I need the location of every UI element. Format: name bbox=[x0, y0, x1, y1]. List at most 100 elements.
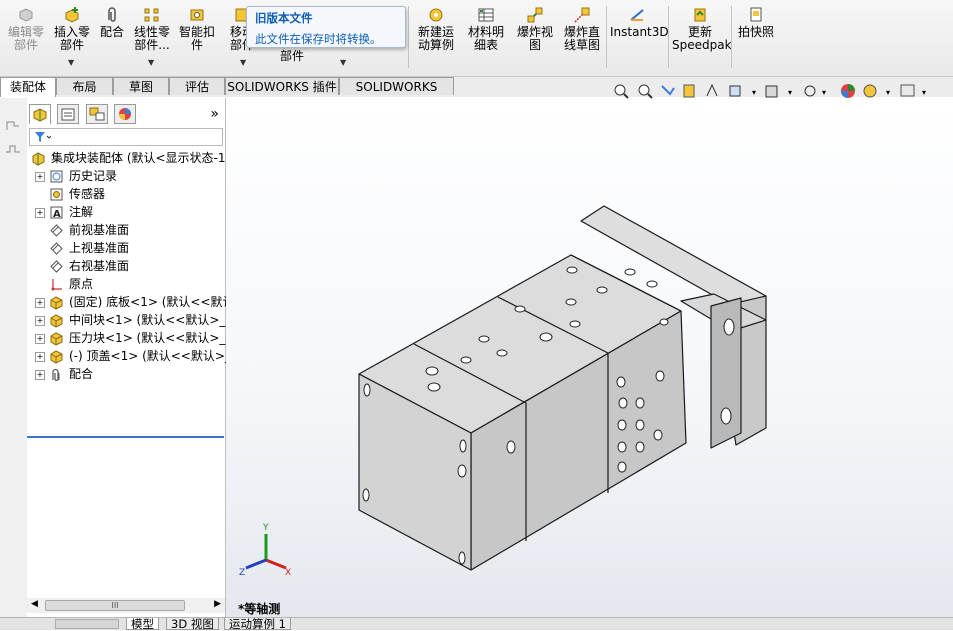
motion-study-icon bbox=[429, 8, 443, 22]
previous-view-icon[interactable] bbox=[661, 85, 675, 96]
display-manager-icon bbox=[119, 108, 131, 120]
take-snapshot-label: 拍快照 bbox=[737, 25, 774, 39]
tab-solidworks-mbd[interactable]: SOLIDWORKS MBD bbox=[339, 77, 454, 112]
dimxpert-icon[interactable] bbox=[5, 118, 21, 132]
insert-component-label: 插入零 部件 bbox=[53, 25, 90, 52]
tree-item-label: 原点 bbox=[69, 277, 94, 291]
scroll-thumb[interactable]: III bbox=[45, 600, 185, 611]
left-task-strip bbox=[0, 98, 28, 629]
tree-item-label: 右视基准面 bbox=[69, 259, 130, 273]
featuremanager-tree-tab[interactable] bbox=[29, 104, 51, 124]
scene-dropdown[interactable]: ▾ bbox=[886, 88, 890, 97]
view-orientation-icon[interactable] bbox=[729, 85, 741, 97]
explode-line-sketch-icon bbox=[574, 7, 590, 23]
property-manager-tab[interactable] bbox=[57, 104, 79, 124]
assembly-features-dropdown[interactable]: ▼ bbox=[340, 58, 346, 67]
instant3d-icon bbox=[630, 9, 644, 21]
instant3d-button[interactable]: Instant3D bbox=[610, 6, 669, 39]
update-speedpak-label: 更新 Speedpak bbox=[672, 25, 732, 52]
tree-filter-bar[interactable] bbox=[29, 128, 223, 146]
plane-icon bbox=[50, 260, 63, 273]
property-manager-icon bbox=[61, 108, 75, 121]
zoom-to-fit-icon[interactable] bbox=[614, 84, 629, 99]
part-icon bbox=[50, 350, 63, 364]
expand-toggle-icon[interactable]: + bbox=[35, 316, 45, 326]
tab-evaluate[interactable]: 评估 bbox=[169, 77, 225, 95]
legacy-file-tooltip: 旧版本文件 此文件在保存时将转换。 bbox=[246, 6, 406, 48]
exploded-view-label: 爆炸视 图 bbox=[516, 25, 553, 52]
linear-pattern-button[interactable]: 线性零 部件... bbox=[131, 6, 173, 52]
expand-toggle-icon[interactable]: + bbox=[35, 370, 45, 380]
history-icon bbox=[50, 170, 63, 183]
tab-assembly[interactable]: 装配体 bbox=[0, 77, 56, 97]
tab-scroll-arrows[interactable] bbox=[55, 619, 119, 629]
new-motion-study-button[interactable]: 新建运 动算例 bbox=[414, 6, 458, 52]
scroll-right-arrow-icon[interactable]: ▶ bbox=[214, 599, 221, 609]
tab-sketch[interactable]: 草图 bbox=[113, 77, 169, 95]
configuration-manager-tab[interactable] bbox=[86, 104, 108, 124]
origin-icon bbox=[51, 279, 62, 291]
tab-3d-views[interactable]: 3D 视图 bbox=[166, 618, 219, 631]
hide-show-items-icon[interactable] bbox=[804, 85, 816, 97]
configuration-manager-icon bbox=[89, 107, 105, 121]
expand-toggle-icon[interactable]: + bbox=[35, 208, 45, 218]
linear-pattern-dropdown[interactable]: ▼ bbox=[148, 58, 154, 67]
expand-toggle-icon[interactable]: + bbox=[35, 352, 45, 362]
view-settings-dropdown[interactable]: ▾ bbox=[922, 88, 926, 97]
section-view-icon[interactable] bbox=[683, 84, 695, 98]
tab-layout[interactable]: 布局 bbox=[56, 77, 113, 95]
bom-button[interactable]: 材料明 细表 bbox=[464, 6, 508, 52]
step-icon[interactable] bbox=[5, 142, 21, 156]
tab-model[interactable]: 模型 bbox=[126, 618, 159, 631]
move-component-dropdown[interactable]: ▼ bbox=[240, 58, 246, 67]
expand-toggle-icon[interactable]: + bbox=[35, 298, 45, 308]
view-orientation-dropdown[interactable]: ▾ bbox=[752, 88, 756, 97]
display-style-icon[interactable] bbox=[765, 85, 778, 98]
view-orientation-label: *等轴测 bbox=[238, 602, 281, 616]
expand-toggle-icon[interactable]: + bbox=[35, 334, 45, 344]
edit-appearance-icon[interactable] bbox=[841, 84, 855, 98]
mate-button[interactable]: 配合 bbox=[97, 6, 127, 39]
view-heads-up-toolbar: ▾ ▾ ▾ ▾ ▾ bbox=[612, 82, 942, 100]
bottom-tab-bar: 模型 3D 视图 运动算例 1 bbox=[0, 617, 953, 631]
apply-scene-icon[interactable] bbox=[863, 84, 877, 98]
assembly-model-viewport[interactable] bbox=[226, 98, 953, 617]
edit-component-icon bbox=[19, 8, 33, 22]
linear-pattern-icon bbox=[144, 8, 159, 22]
graphics-area[interactable]: Y X Z bbox=[226, 98, 953, 617]
more-tabs-button[interactable]: » bbox=[210, 106, 219, 122]
dynamic-annotation-icon[interactable] bbox=[706, 83, 718, 97]
insert-component-button[interactable]: 插入零 部件 bbox=[51, 6, 93, 52]
tree-root-label: 集成块装配体 (默认<显示状态-1 bbox=[51, 151, 226, 165]
scroll-left-arrow-icon[interactable]: ◀ bbox=[31, 599, 38, 609]
zoom-to-area-icon[interactable] bbox=[638, 84, 653, 99]
feature-manager-tabs: » bbox=[27, 104, 225, 126]
display-manager-tab[interactable] bbox=[114, 104, 136, 124]
hide-show-dropdown[interactable]: ▾ bbox=[822, 88, 826, 97]
tab-solidworks-addins[interactable]: SOLIDWORKS 插件 bbox=[225, 77, 339, 95]
display-style-dropdown[interactable]: ▾ bbox=[788, 88, 792, 97]
tree-item-label: 前视基准面 bbox=[69, 223, 130, 237]
update-speedpak-button[interactable]: 更新 Speedpak bbox=[672, 6, 732, 52]
exploded-view-button[interactable]: 爆炸视 图 bbox=[513, 6, 557, 52]
explode-line-sketch-label: 爆炸直 线草图 bbox=[563, 25, 600, 52]
view-settings-icon[interactable] bbox=[900, 84, 915, 97]
plane-icon bbox=[50, 242, 63, 255]
plane-icon bbox=[50, 224, 63, 237]
tab-motion-study-1[interactable]: 运动算例 1 bbox=[224, 618, 291, 631]
toolbar-divider bbox=[606, 6, 607, 68]
tree-item-label: 中间块<1> (默认<<默认>_显 bbox=[69, 313, 238, 327]
edit-component-button[interactable]: 编辑零 部件 bbox=[4, 6, 48, 52]
tree-horizontal-scrollbar[interactable]: ◀ III ▶ bbox=[27, 598, 225, 613]
take-snapshot-button[interactable]: 拍快照 bbox=[736, 6, 776, 39]
expand-toggle-icon[interactable]: + bbox=[35, 172, 45, 182]
tree-item-label: 注解 bbox=[69, 205, 94, 219]
new-motion-study-label: 新建运 动算例 bbox=[417, 25, 454, 52]
insert-component-icon bbox=[65, 7, 79, 23]
explode-line-sketch-button[interactable]: 爆炸直 线草图 bbox=[560, 6, 604, 52]
tree-item-label: 配合 bbox=[69, 367, 94, 381]
insert-component-dropdown[interactable]: ▼ bbox=[68, 58, 74, 67]
tree-item-label: 传感器 bbox=[69, 187, 106, 201]
smart-fasteners-button[interactable]: 智能扣 件 bbox=[176, 6, 218, 52]
filter-icon bbox=[35, 132, 52, 142]
